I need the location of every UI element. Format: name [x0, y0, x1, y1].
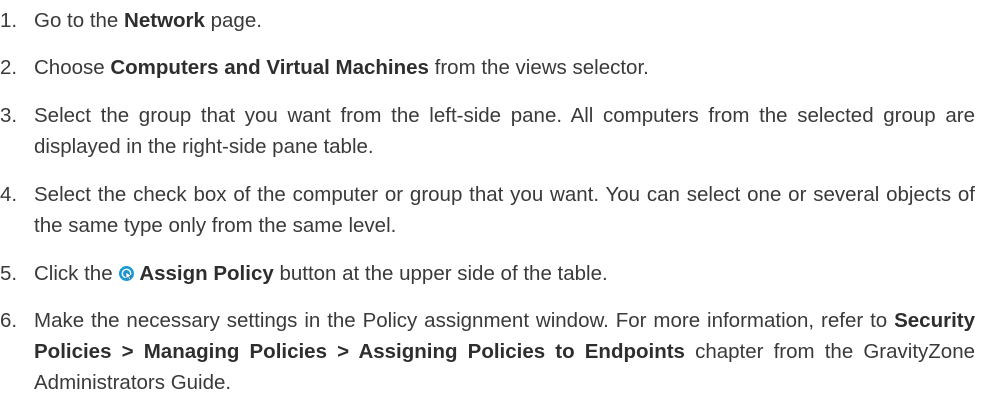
step-text: Make the necessary settings in the Polic…	[34, 309, 975, 394]
step-number: 3.	[0, 104, 18, 127]
network-page-label: Network	[124, 9, 205, 32]
assign-policy-label: Assign Policy	[139, 262, 274, 285]
step-text: Select the check box of the computer or …	[34, 183, 975, 237]
step-text: Go to the Network page.	[34, 9, 262, 32]
step-number: 1.	[0, 9, 18, 32]
step-number: 5.	[0, 262, 18, 285]
step-text: Choose Computers and Virtual Machines fr…	[34, 56, 649, 79]
assign-policy-icon	[118, 260, 135, 281]
computers-view-label: Computers and Virtual Machines	[110, 56, 429, 79]
step-number: 6.	[0, 309, 18, 332]
step-number: 4.	[0, 183, 18, 206]
step-text: Click the Assign Policy button at the up…	[34, 260, 608, 285]
step-number: 2.	[0, 56, 18, 79]
document-body: 1. Go to the Network page. 2. Choose Com…	[0, 0, 985, 394]
step-text: Select the group that you want from the …	[34, 104, 975, 158]
